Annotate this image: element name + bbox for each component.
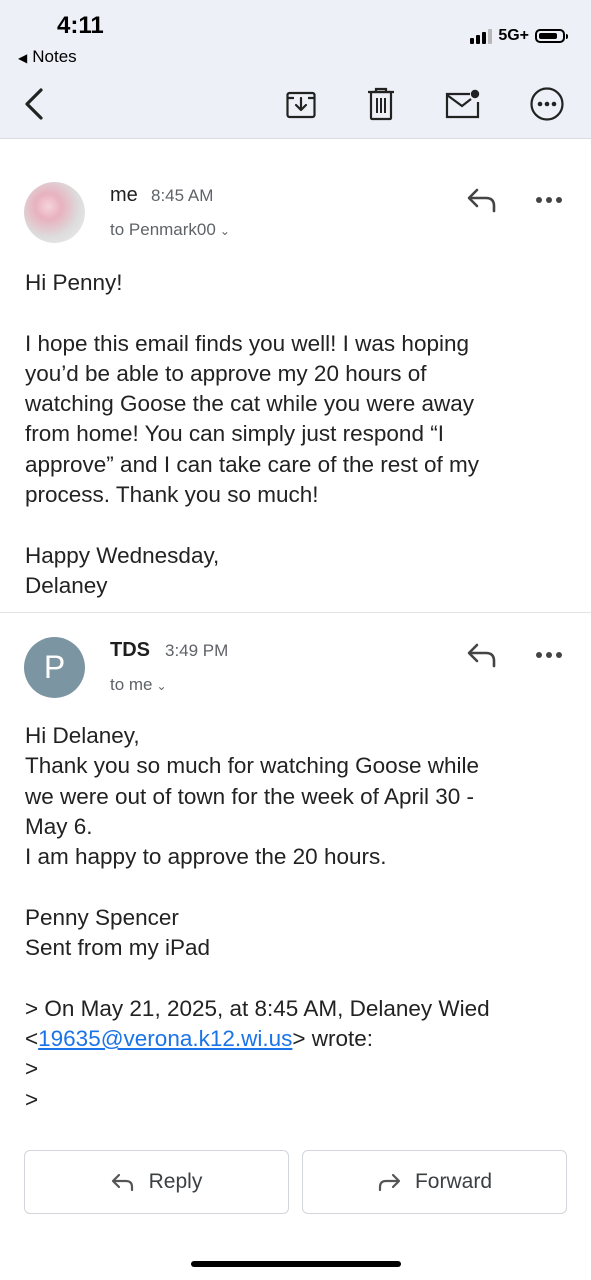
reply-arrow-icon bbox=[111, 1173, 133, 1192]
body-line bbox=[25, 510, 575, 540]
chevron-down-icon: ⌄ bbox=[219, 224, 230, 238]
body-line bbox=[25, 963, 575, 993]
archive-icon bbox=[286, 91, 316, 119]
mail-unread-icon bbox=[445, 89, 480, 119]
delete-button[interactable] bbox=[362, 84, 400, 124]
more-horizontal-icon[interactable] bbox=[535, 649, 563, 661]
recipient-line[interactable]: to Penmark00 ⌄ bbox=[110, 220, 230, 240]
back-app-label: Notes bbox=[32, 47, 77, 66]
email-link[interactable]: 19635@verona.k12.wi.us bbox=[38, 1026, 292, 1051]
message-time: 8:45 AM bbox=[151, 186, 214, 205]
trash-icon bbox=[368, 87, 394, 121]
signal-icon bbox=[470, 28, 493, 44]
body-line: Penny Spencer bbox=[25, 904, 179, 930]
message-body: Hi Penny! I hope this email finds you we… bbox=[25, 268, 575, 601]
sender-avatar-photo[interactable] bbox=[24, 182, 85, 243]
body-line: Hi Penny! bbox=[25, 270, 123, 295]
body-line: from home! You can simply just respond “… bbox=[25, 421, 444, 447]
reply-label: Reply bbox=[148, 1170, 203, 1193]
more-circle-icon bbox=[530, 87, 564, 121]
forward-button[interactable]: Forward bbox=[302, 1150, 567, 1214]
body-line bbox=[25, 872, 575, 902]
quote-line: > bbox=[25, 1086, 39, 1112]
chevron-left-icon bbox=[25, 88, 43, 120]
status-indicators: 5G+ bbox=[470, 27, 568, 45]
body-line: Thank you so much for watching Goose whi… bbox=[25, 753, 479, 779]
recipient-line[interactable]: to me ⌄ bbox=[110, 675, 167, 695]
message-divider bbox=[0, 612, 591, 613]
quote-suffix: > wrote: bbox=[292, 1025, 374, 1051]
back-to-notes[interactable]: ◀ Notes bbox=[18, 47, 77, 67]
quote-line: > bbox=[25, 1056, 39, 1082]
message-sender: TDS bbox=[110, 639, 150, 661]
sender-avatar[interactable]: P bbox=[24, 637, 85, 698]
more-horizontal-icon[interactable] bbox=[535, 194, 563, 206]
chevron-down-icon: ⌄ bbox=[156, 679, 167, 693]
recipient-label: to me bbox=[110, 675, 153, 694]
recipient-label: to Penmark00 bbox=[110, 220, 216, 239]
top-bar: 4:11 ◀ Notes 5G+ bbox=[0, 0, 591, 139]
reply-button[interactable]: Reply bbox=[24, 1150, 289, 1214]
quote-lt: < bbox=[25, 1025, 39, 1051]
body-line: Hi Delaney, bbox=[25, 723, 140, 748]
message-sender: me bbox=[110, 184, 138, 206]
avatar-letter: P bbox=[43, 649, 66, 685]
body-line: May 6. bbox=[25, 813, 93, 839]
quote-header: > On May 21, 2025, at 8:45 AM, Delaney W… bbox=[25, 995, 490, 1021]
network-label: 5G+ bbox=[498, 27, 529, 44]
back-button[interactable] bbox=[18, 84, 50, 124]
body-line: I hope this email finds you well! I was … bbox=[25, 330, 469, 356]
reply-icon[interactable] bbox=[466, 186, 498, 214]
reply-icon[interactable] bbox=[466, 641, 498, 669]
body-line: we were out of town for the week of Apri… bbox=[25, 783, 474, 809]
body-line: I am happy to approve the 20 hours. bbox=[25, 844, 387, 870]
body-line: Sent from my iPad bbox=[25, 935, 211, 961]
body-line: Delaney bbox=[25, 572, 108, 598]
battery-icon bbox=[535, 29, 568, 43]
message-body: Hi Delaney, Thank you so much for watchi… bbox=[25, 721, 575, 1115]
forward-arrow-icon bbox=[378, 1173, 401, 1192]
body-line: you’d be able to approve my 20 hours of bbox=[25, 360, 427, 386]
body-line: process. Thank you so much! bbox=[25, 482, 319, 508]
home-indicator[interactable] bbox=[191, 1261, 401, 1267]
more-options-button[interactable] bbox=[528, 84, 566, 124]
archive-button[interactable] bbox=[282, 84, 320, 124]
body-line bbox=[25, 298, 575, 328]
body-line: watching Goose the cat while you were aw… bbox=[25, 391, 474, 417]
mark-unread-button[interactable] bbox=[442, 84, 484, 124]
quote-attribution: <19635@verona.k12.wi.us> wrote: bbox=[25, 1024, 575, 1054]
back-triangle-icon: ◀ bbox=[18, 51, 28, 65]
body-line: approve” and I can take care of the rest… bbox=[25, 451, 479, 477]
body-line: Happy Wednesday, bbox=[25, 542, 220, 568]
message-time: 3:49 PM bbox=[165, 641, 229, 660]
forward-label: Forward bbox=[414, 1170, 493, 1193]
status-time: 4:11 bbox=[57, 12, 104, 39]
